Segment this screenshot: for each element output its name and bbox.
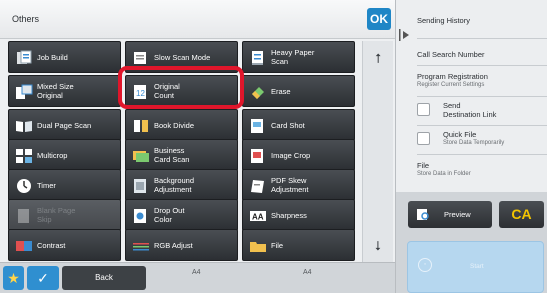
rgb-adjust-button[interactable]: RGB Adjust (125, 229, 238, 261)
pdf-skew-adjustment-label: PDF Skew Adjustment (271, 176, 309, 194)
drop-out-color-icon (132, 208, 150, 224)
job-build-button[interactable]: Job Build (8, 41, 121, 73)
send-destination-link-item[interactable]: Send Destination Link (417, 99, 547, 126)
panel-header: Others (0, 0, 395, 39)
checkmark-icon[interactable]: ✓ (27, 266, 59, 290)
heavy-paper-icon (249, 50, 267, 66)
blank-page-icon (15, 208, 33, 224)
start-label: Start (470, 263, 484, 270)
dual-page-scan-button[interactable]: Dual Page Scan (8, 109, 121, 141)
send-destination-link-label: Send Destination Link (443, 101, 497, 119)
business-card-icon (132, 148, 150, 164)
favorite-star-icon[interactable]: ★ (3, 266, 24, 290)
heavy-paper-scan-button[interactable]: Heavy Paper Scan (242, 41, 355, 73)
mixed-size-icon (15, 84, 33, 100)
quick-file-item[interactable]: Quick File Store Data Temporarily (417, 128, 547, 155)
job-build-label: Job Build (37, 52, 68, 62)
scroll-rail (362, 41, 393, 262)
mixed-size-original-label: Mixed Size Original (37, 82, 74, 100)
quick-file-sub: Store Data Temporarily (443, 140, 505, 146)
book-divide-icon (132, 118, 150, 134)
card-shot-label: Card Shot (271, 120, 305, 130)
book-divide-label: Book Divide (154, 120, 195, 130)
program-registration-label: Program Registration (417, 72, 488, 81)
erase-button[interactable]: Erase (242, 75, 355, 107)
original-count-highlight (118, 66, 244, 109)
background-adjustment-button[interactable]: Background Adjustment (125, 169, 238, 201)
rgb-adjust-label: RGB Adjust (154, 240, 193, 250)
bottom-bar (0, 262, 395, 293)
sharpness-icon: AA (249, 208, 267, 224)
pdf-skew-adjustment-button[interactable]: PDF Skew Adjustment (242, 169, 355, 201)
pdf-skew-icon (249, 178, 267, 194)
business-card-scan-button[interactable]: Business Card Scan (125, 139, 238, 171)
contrast-label: Contrast (37, 240, 66, 250)
multicrop-button[interactable]: Multicrop (8, 139, 121, 171)
business-card-scan-label: Business Card Scan (154, 146, 190, 164)
dual-page-scan-label: Dual Page Scan (37, 120, 92, 130)
file-item[interactable]: File Store Data in Folder (417, 158, 547, 186)
quick-file-label: Quick File (443, 130, 477, 139)
program-registration-sub: Register Current Settings (417, 82, 485, 88)
svg-text:AA: AA (252, 213, 264, 222)
file-button[interactable]: File (242, 229, 355, 261)
others-panel: Others OK Job Build Slow Scan Mode Heavy… (0, 0, 395, 262)
preview-icon (416, 208, 430, 221)
screen: Others OK Job Build Slow Scan Mode Heavy… (0, 0, 547, 293)
ok-button[interactable]: OK (367, 8, 391, 30)
erase-label: Erase (271, 86, 291, 96)
scroll-up-icon[interactable]: ⭡ (366, 49, 390, 69)
timer-icon (15, 178, 33, 194)
file-item-label: File (417, 161, 430, 170)
call-search-number-label: Call Search Number (417, 50, 485, 59)
start-button[interactable]: ◦ Start (407, 241, 544, 293)
image-crop-button[interactable]: Image Crop (242, 139, 355, 171)
folder-icon (249, 238, 267, 254)
paper-size-1: A4 (192, 269, 201, 276)
card-shot-icon (249, 118, 267, 134)
timer-button[interactable]: Timer (8, 169, 121, 201)
job-build-icon (15, 50, 33, 66)
erase-icon (249, 84, 267, 100)
blank-page-skip-label: Blank Page Skip (37, 206, 76, 224)
book-divide-button[interactable]: Book Divide (125, 109, 238, 141)
scroll-down-icon[interactable]: ⭣ (366, 236, 390, 256)
panel-title: Others (12, 14, 40, 24)
quick-file-checkbox[interactable] (417, 132, 430, 145)
side-panel-toggle-icon[interactable] (397, 25, 411, 45)
slow-scan-icon (132, 50, 150, 66)
paper-size-2: A4 (303, 269, 312, 276)
send-destination-link-checkbox[interactable] (417, 103, 430, 116)
blank-page-skip-button: Blank Page Skip (8, 199, 121, 231)
background-adjust-icon (132, 178, 150, 194)
background-adjustment-label: Background Adjustment (154, 176, 195, 194)
drop-out-color-button[interactable]: Drop Out Color (125, 199, 238, 231)
file-item-sub: Store Data in Folder (417, 171, 471, 177)
sending-history-item[interactable]: Sending History (417, 11, 547, 39)
call-search-number-item[interactable]: Call Search Number (417, 42, 547, 66)
dual-page-icon (15, 118, 33, 134)
rgb-adjust-icon (132, 238, 150, 254)
ca-button[interactable]: CA (499, 201, 544, 228)
program-registration-item[interactable]: Program Registration Register Current Se… (417, 68, 547, 97)
contrast-button[interactable]: Contrast (8, 229, 121, 261)
preview-button[interactable]: Preview (408, 201, 492, 228)
contrast-icon (15, 238, 33, 254)
image-crop-label: Image Crop (271, 150, 311, 160)
sending-history-label: Sending History (417, 16, 470, 25)
drop-out-color-label: Drop Out Color (154, 206, 185, 224)
start-icon: ◦ (418, 258, 432, 272)
sharpness-label: Sharpness (271, 210, 307, 220)
timer-label: Timer (37, 180, 56, 190)
file-label: File (271, 240, 284, 250)
card-shot-button[interactable]: Card Shot (242, 109, 355, 141)
multicrop-icon (15, 148, 33, 164)
image-crop-icon (249, 148, 267, 164)
multicrop-label: Multicrop (37, 150, 68, 160)
preview-label: Preview (444, 210, 471, 219)
mixed-size-original-button[interactable]: Mixed Size Original (8, 75, 121, 107)
back-button[interactable]: Back (62, 266, 146, 290)
heavy-paper-scan-label: Heavy Paper Scan (271, 48, 315, 66)
sharpness-button[interactable]: AA Sharpness (242, 199, 355, 231)
